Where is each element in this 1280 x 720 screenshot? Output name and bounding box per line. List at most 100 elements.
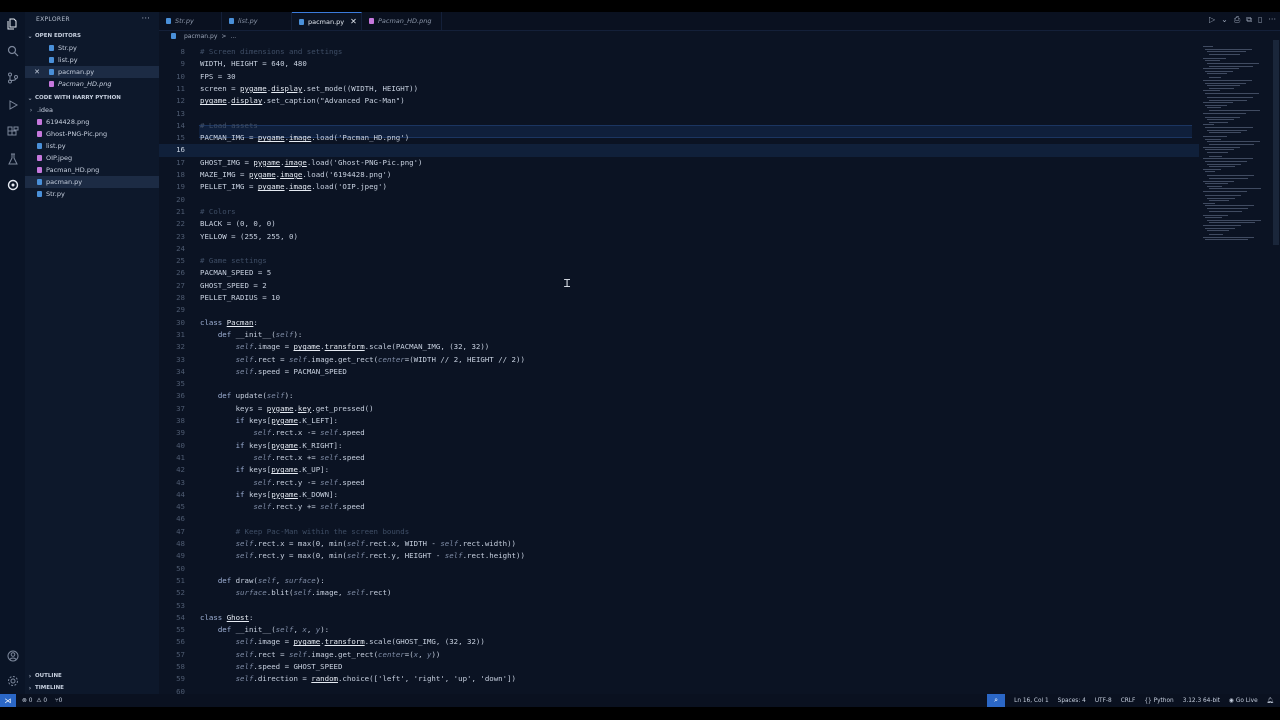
ports-indicator[interactable]: ⑂0 (55, 698, 62, 704)
source-control-icon[interactable] (5, 70, 20, 85)
breadcrumb-file[interactable]: pacman.py (184, 33, 217, 40)
explorer-more-icon[interactable]: ··· (141, 14, 150, 24)
file-tree-item[interactable]: 6194428.png (25, 116, 159, 128)
code-line[interactable]: 29 (159, 304, 1199, 316)
more-actions-icon[interactable]: ··· (1268, 15, 1276, 25)
code-line[interactable]: 24 (159, 243, 1199, 255)
search-icon[interactable]: ⌕ (987, 694, 1006, 707)
search-icon[interactable] (5, 43, 20, 58)
code-line[interactable]: 9 WIDTH, HEIGHT = 640, 480 (159, 58, 1199, 70)
code-line[interactable]: 36 def update(self): (159, 390, 1199, 402)
code-line[interactable]: 38 if keys[pygame.K_LEFT]: (159, 415, 1199, 427)
code-editor[interactable]: 8 # Screen dimensions and settings 9 WIDTH,… (159, 46, 1199, 694)
code-line[interactable]: 47 # Keep Pac-Man within the screen boun… (159, 526, 1199, 538)
remote-indicator-icon[interactable]: ⋊ (0, 694, 16, 707)
line-endings[interactable]: CRLF (1121, 698, 1136, 704)
open-changes-icon[interactable]: ⧉ (1246, 15, 1252, 25)
code-line[interactable]: 23 YELLOW = (255, 255, 0) (159, 231, 1199, 243)
file-tree-item[interactable]: OIP.jpeg (25, 152, 159, 164)
python-interpreter[interactable]: 3.12.3 64-bit (1183, 698, 1220, 704)
code-line[interactable]: 53 (159, 600, 1199, 612)
code-line[interactable]: 45 self.rect.y += self.speed (159, 501, 1199, 513)
code-line[interactable]: 52 surface.blit(self.image, self.rect) (159, 587, 1199, 599)
code-line[interactable]: 51 def draw(self, surface): (159, 575, 1199, 587)
extensions-icon[interactable] (5, 124, 20, 139)
code-line[interactable]: 33 self.rect = self.image.get_rect(cente… (159, 354, 1199, 366)
file-tree-item[interactable]: list.py (25, 140, 159, 152)
code-line[interactable]: 27 GHOST_SPEED = 2 (159, 280, 1199, 292)
file-tree-item[interactable]: Str.py (25, 188, 159, 200)
language-mode[interactable]: {} Python (1144, 698, 1173, 704)
code-line[interactable]: 50 (159, 563, 1199, 575)
code-line[interactable]: 59 self.direction = random.choice(['left… (159, 673, 1199, 685)
code-line[interactable]: 26 PACMAN_SPEED = 5 (159, 267, 1199, 279)
code-line[interactable]: 31 def __init__(self): (159, 329, 1199, 341)
timeline-section[interactable]: › TIMELINE (25, 682, 159, 694)
code-line[interactable]: 25 # Game settings (159, 255, 1199, 267)
code-line[interactable]: 58 self.speed = GHOST_SPEED (159, 661, 1199, 673)
explorer-icon[interactable] (5, 16, 20, 31)
code-line[interactable]: 42 if keys[pygame.K_UP]: (159, 464, 1199, 476)
code-line[interactable]: 32 self.image = pygame.transform.scale(P… (159, 341, 1199, 353)
tab-str-py[interactable]: Str.py (159, 12, 222, 30)
code-line[interactable]: 48 self.rect.x = max(0, min(self.rect.x,… (159, 538, 1199, 550)
code-line[interactable]: 13 (159, 108, 1199, 120)
tab-list-py[interactable]: list.py (222, 12, 292, 30)
manage-gear-icon[interactable] (5, 673, 20, 688)
cursor-position[interactable]: Ln 16, Col 1 (1014, 698, 1049, 704)
code-line[interactable]: 14 # Load assets (159, 120, 1199, 132)
code-line[interactable]: 39 self.rect.x -= self.speed (159, 427, 1199, 439)
file-tree-item[interactable]: › .idea (25, 104, 159, 116)
code-line[interactable]: 57 self.rect = self.image.get_rect(cente… (159, 649, 1199, 661)
code-line[interactable]: 55 def __init__(self, x, y): (159, 624, 1199, 636)
open-editor-item-active[interactable]: ✕ pacman.py (25, 66, 159, 78)
remote-explorer-icon[interactable] (5, 177, 20, 192)
code-line[interactable]: 56 self.image = pygame.transform.scale(G… (159, 636, 1199, 648)
code-line[interactable]: 15 PACMAN_IMG = pygame.image.load('Pacman… (159, 132, 1199, 144)
code-line[interactable]: 35 (159, 378, 1199, 390)
code-line[interactable]: 41 self.rect.x += self.speed (159, 452, 1199, 464)
file-tree-item[interactable]: Ghost-PNG-Pic.png (25, 128, 159, 140)
split-editor-icon[interactable]: ▯ (1258, 15, 1262, 25)
indentation[interactable]: Spaces: 4 (1058, 698, 1086, 704)
open-editor-item[interactable]: Pacman_HD.png (25, 78, 159, 90)
code-line[interactable]: 30 class Pacman: (159, 317, 1199, 329)
code-line[interactable]: 21 # Colors (159, 206, 1199, 218)
vertical-scrollbar[interactable] (1273, 40, 1279, 245)
print-icon[interactable]: ⎙ (1234, 15, 1240, 25)
code-line[interactable]: 18 MAZE_IMG = pygame.image.load('6194428.… (159, 169, 1199, 181)
code-line[interactable]: 60 (159, 686, 1199, 694)
minimap[interactable] (1199, 40, 1280, 694)
go-live-button[interactable]: ◉ Go Live (1229, 698, 1258, 704)
file-tree-item-active[interactable]: pacman.py (25, 176, 159, 188)
code-line[interactable]: 22 BLACK = (0, 0, 0) (159, 218, 1199, 230)
problems-errors[interactable]: ⊗ 0 (22, 698, 32, 704)
code-line[interactable]: 12 pygame.display.set_caption("Advanced P… (159, 95, 1199, 107)
notifications-bell-icon[interactable]: 🔔︎ (1267, 698, 1274, 704)
code-line[interactable]: 34 self.speed = PACMAN_SPEED (159, 366, 1199, 378)
workspace-folder-section[interactable]: ⌄ CODE WITH HARRY PYTHON (25, 92, 159, 104)
code-line[interactable]: 16 (159, 144, 1199, 157)
outline-section[interactable]: › OUTLINE (25, 670, 159, 682)
open-editor-item[interactable]: Str.py (25, 42, 159, 54)
code-line[interactable]: 54 class Ghost: (159, 612, 1199, 624)
testing-icon[interactable] (5, 151, 20, 166)
file-tree-item[interactable]: Pacman_HD.png (25, 164, 159, 176)
code-line[interactable]: 19 PELLET_IMG = pygame.image.load('OIP.jp… (159, 181, 1199, 193)
code-line[interactable]: 28 PELLET_RADIUS = 10 (159, 292, 1199, 304)
run-debug-icon[interactable] (5, 97, 20, 112)
code-line[interactable]: 46 (159, 513, 1199, 525)
code-line[interactable]: 11 screen = pygame.display.set_mode((WIDT… (159, 83, 1199, 95)
code-line[interactable]: 40 if keys[pygame.K_RIGHT]: (159, 440, 1199, 452)
account-icon[interactable] (5, 648, 20, 663)
chevron-down-icon[interactable]: ⌄ (1221, 15, 1228, 25)
code-line[interactable]: 17 GHOST_IMG = pygame.image.load('Ghost-P… (159, 157, 1199, 169)
tab-pacman-py[interactable]: pacman.py ✕ (292, 12, 362, 30)
close-icon[interactable]: ✕ (25, 68, 49, 76)
code-line[interactable]: 49 self.rect.y = max(0, min(self.rect.y,… (159, 550, 1199, 562)
code-line[interactable]: 10 FPS = 30 (159, 71, 1199, 83)
code-line[interactable]: 43 self.rect.y -= self.speed (159, 477, 1199, 489)
tab-pacman-hd-png[interactable]: Pacman_HD.png (362, 12, 442, 30)
open-editor-item[interactable]: list.py (25, 54, 159, 66)
code-line[interactable]: 20 (159, 194, 1199, 206)
